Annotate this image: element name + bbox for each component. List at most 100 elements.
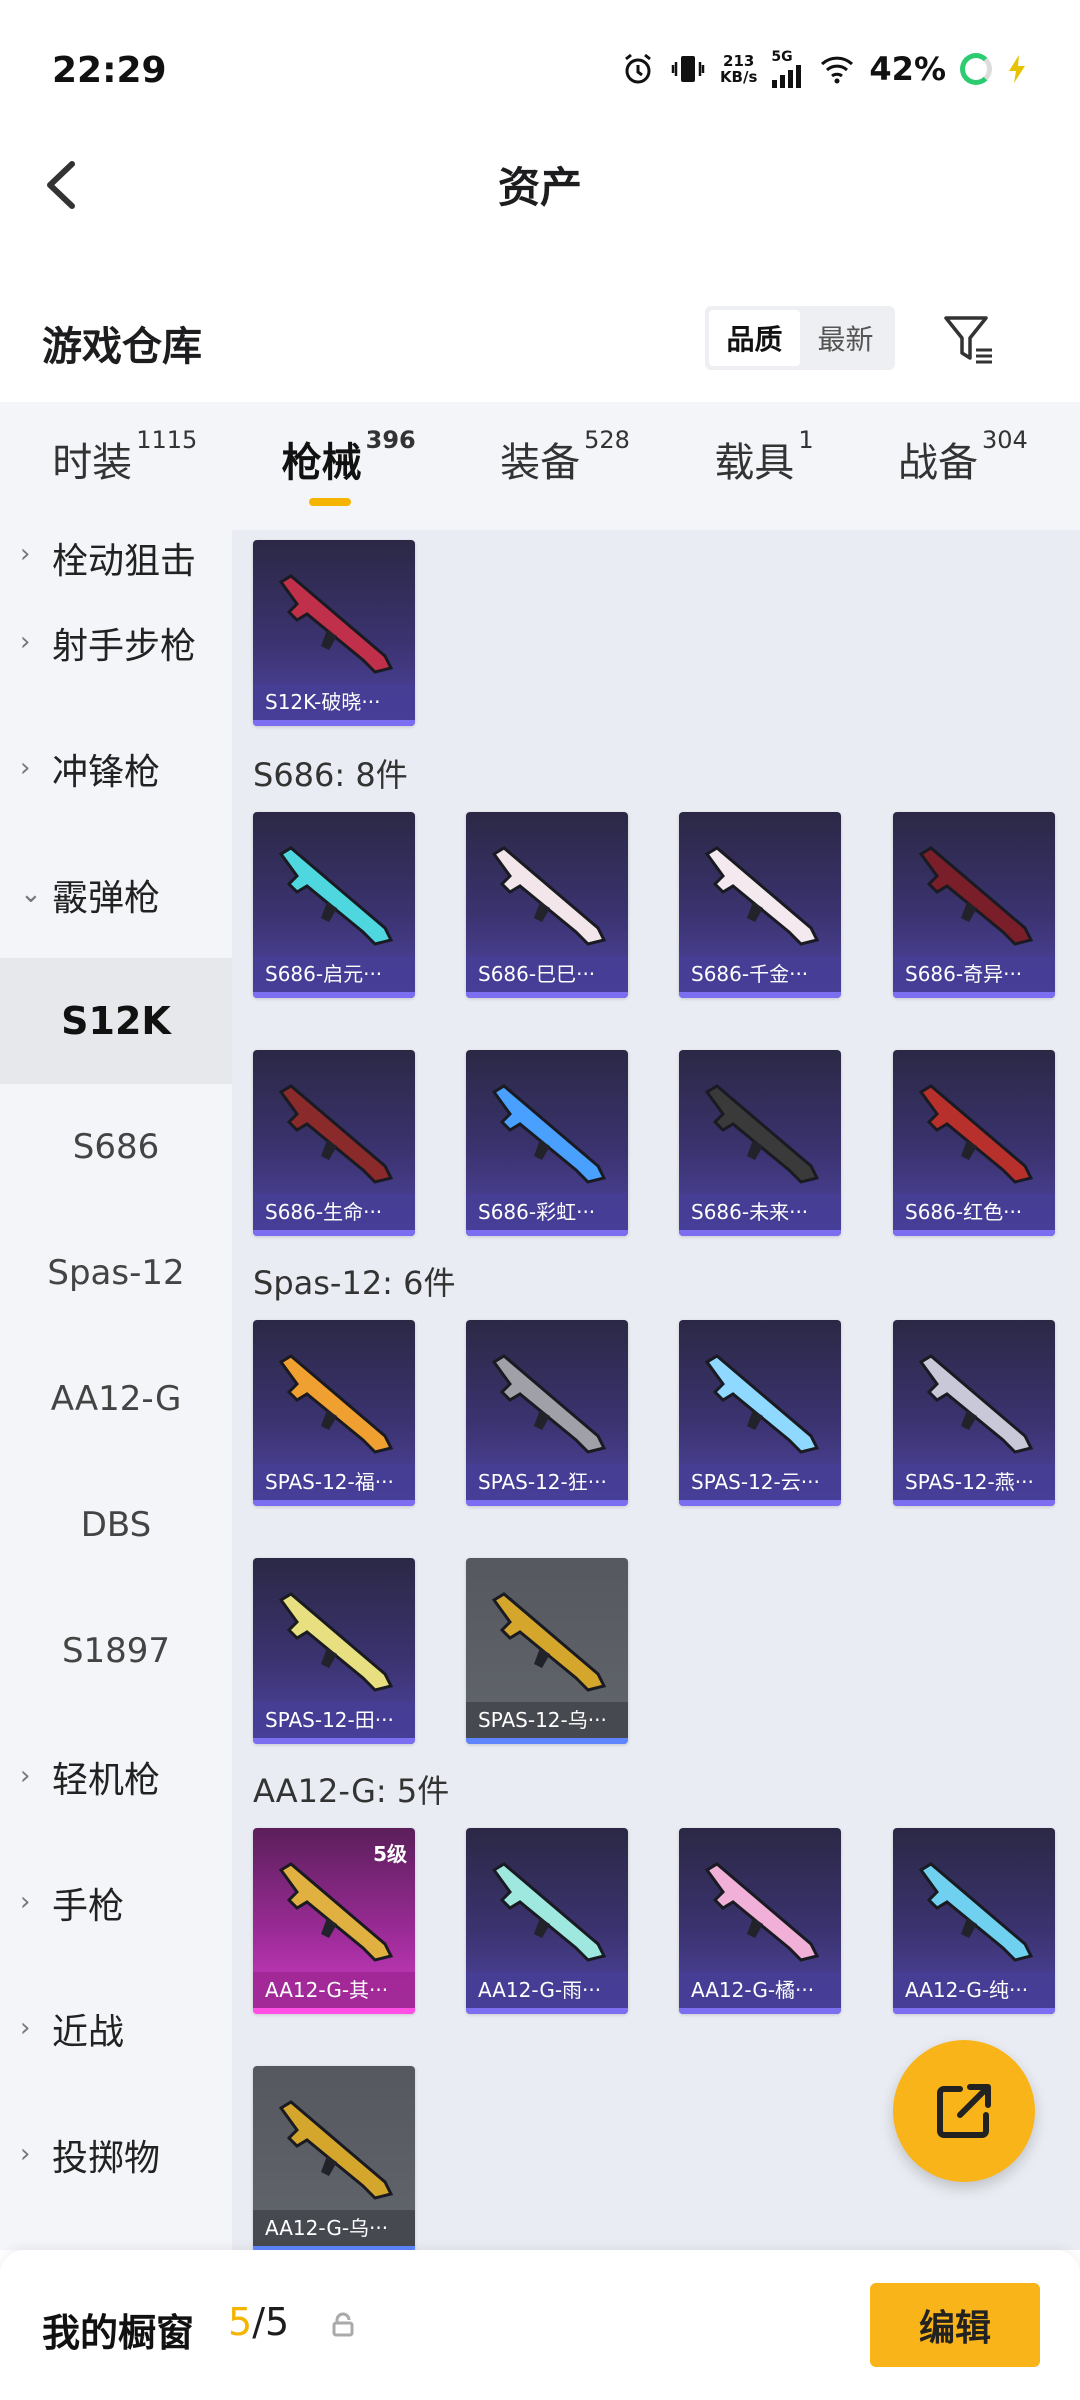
weapon-skin-card[interactable]: S686-奇异··· [893, 812, 1055, 998]
weapon-skin-grid: S12K-破晓··· S686: 8件 S686-启元··· S686-巳巳··· S6… [232, 530, 1080, 2250]
tab-vehicles[interactable]: 载具 1 [714, 426, 813, 502]
skin-name: SPAS-12-燕··· [893, 1464, 1055, 1500]
alarm-icon [625, 53, 651, 84]
shotgun-skin-icon [918, 1354, 1034, 1454]
rarity-bar [253, 2008, 415, 2014]
status-icons: 213 KB/s 5G 42% [620, 50, 1028, 88]
shotgun-skin-icon [491, 1354, 607, 1454]
skin-name: S686-未来··· [679, 1194, 841, 1230]
battery-level: 42% [869, 50, 946, 88]
skin-name: S686-彩虹··· [466, 1194, 628, 1230]
shotgun-skin-icon [491, 1592, 607, 1692]
group-title: S686: 8件 [253, 756, 408, 794]
net-speed: 213 KB/s [719, 52, 758, 86]
signal-bars-icon [772, 65, 802, 88]
sidebar-item-shotgun[interactable]: ⌄ 霰弹枪 [0, 832, 232, 958]
rarity-bar [893, 992, 1055, 998]
weapon-skin-card[interactable]: AA12-G-橘··· [679, 1828, 841, 2014]
shotgun-skin-icon [278, 846, 394, 946]
weapon-skin-card[interactable]: SPAS-12-狂··· [466, 1320, 628, 1506]
weapon-skin-card[interactable]: S686-生命··· [253, 1050, 415, 1236]
tab-supplies[interactable]: 战备 304 [898, 426, 1028, 502]
sidebar-item-aa12g[interactable]: AA12-G [0, 1336, 232, 1462]
chevron-right-icon: › [20, 1887, 31, 1917]
skin-name: S686-红色··· [893, 1194, 1055, 1230]
share-button[interactable] [893, 2040, 1035, 2182]
charging-icon [1009, 55, 1025, 83]
skin-name: S12K-破晓··· [253, 684, 415, 720]
weapon-skin-card[interactable]: S686-红色··· [893, 1050, 1055, 1236]
sidebar-item-throwable[interactable]: › 投掷物 [0, 2092, 232, 2218]
chevron-right-icon: › [20, 539, 31, 569]
sidebar-item-dbs[interactable]: DBS [0, 1462, 232, 1588]
skin-name: SPAS-12-云··· [679, 1464, 841, 1500]
weapon-skin-card[interactable]: 5级 AA12-G-其··· [253, 1828, 415, 2014]
tab-firearms[interactable]: 枪械 396 [282, 426, 416, 506]
weapon-skin-card[interactable]: S686-巳巳··· [466, 812, 628, 998]
weapon-skin-card[interactable]: SPAS-12-燕··· [893, 1320, 1055, 1506]
battery-icon [960, 53, 992, 85]
weapon-skin-card[interactable]: S686-彩虹··· [466, 1050, 628, 1236]
skin-name: SPAS-12-福··· [253, 1464, 415, 1500]
rarity-bar [253, 720, 415, 726]
group-title: Spas-12: 6件 [253, 1264, 456, 1302]
lock-icon [332, 2312, 354, 2337]
sidebar-item-lmg[interactable]: › 轻机枪 [0, 1714, 232, 1840]
tab-equipment[interactable]: 装备 528 [500, 426, 630, 502]
sidebar-item-s12k[interactable]: S12K [0, 958, 232, 1084]
sidebar-item-s1897[interactable]: S1897 [0, 1588, 232, 1714]
filter-icon[interactable] [940, 310, 1000, 370]
weapon-skin-card[interactable]: AA12-G-纯··· [893, 1828, 1055, 2014]
rarity-bar [679, 2008, 841, 2014]
rarity-bar [253, 1230, 415, 1236]
weapon-skin-card[interactable]: SPAS-12-云··· [679, 1320, 841, 1506]
rarity-bar [679, 1230, 841, 1236]
weapon-skin-card[interactable]: SPAS-12-乌··· [466, 1558, 628, 1744]
shotgun-skin-icon [704, 1354, 820, 1454]
rarity-bar [893, 1500, 1055, 1506]
weapon-skin-card[interactable]: AA12-G-乌··· [253, 2066, 415, 2250]
edit-button[interactable]: 编辑 [870, 2283, 1040, 2367]
chevron-right-icon: › [20, 753, 31, 783]
sort-quality-button[interactable]: 品质 [709, 310, 800, 366]
external-link-icon [937, 2084, 991, 2138]
sidebar-item-s686[interactable]: S686 [0, 1084, 232, 1210]
rarity-bar [466, 992, 628, 998]
vibrate-icon [671, 56, 705, 82]
weapon-category-sidebar: › 栓动狙击 › 射手步枪 › 冲锋枪 ⌄ 霰弹枪 S12K S686 Spas-12 … [0, 530, 232, 2250]
category-tabs: 时装 1115 枪械 396 装备 528 载具 1 战备 304 [0, 402, 1080, 530]
status-bar: 22:29 213 KB/s 5G 42% [0, 0, 1080, 140]
section-title: 游戏仓库 [42, 324, 202, 370]
weapon-skin-card[interactable]: S12K-破晓··· [253, 540, 415, 726]
sidebar-item-melee[interactable]: › 近战 [0, 1966, 232, 2092]
weapon-skin-card[interactable]: S686-千金··· [679, 812, 841, 998]
shotgun-skin-icon [491, 1084, 607, 1184]
sidebar-item-spas12[interactable]: Spas-12 [0, 1210, 232, 1336]
rarity-bar [679, 992, 841, 998]
app-header: 资产 [0, 140, 1080, 230]
weapon-skin-card[interactable]: AA12-G-雨··· [466, 1828, 628, 2014]
sort-newest-button[interactable]: 最新 [800, 310, 891, 366]
sidebar-item-bolt-sniper[interactable]: › 栓动狙击 [0, 530, 232, 582]
shotgun-skin-icon [278, 1354, 394, 1454]
sidebar-item-smg[interactable]: › 冲锋枪 [0, 706, 232, 832]
weapon-skin-card[interactable]: S686-启元··· [253, 812, 415, 998]
rarity-bar [466, 2008, 628, 2014]
skin-name: SPAS-12-乌··· [466, 1702, 628, 1738]
skin-name: S686-奇异··· [893, 956, 1055, 992]
sidebar-item-dmr[interactable]: › 射手步枪 [0, 580, 232, 706]
tab-fashion[interactable]: 时装 1115 [52, 426, 197, 502]
weapon-skin-card[interactable]: SPAS-12-田··· [253, 1558, 415, 1744]
skin-name: S686-巳巳··· [466, 956, 628, 992]
weapon-skin-card[interactable]: S686-未来··· [679, 1050, 841, 1236]
warehouse-header: 游戏仓库 品质 最新 [0, 290, 1080, 390]
rarity-bar [679, 1500, 841, 1506]
weapon-skin-card[interactable]: SPAS-12-福··· [253, 1320, 415, 1506]
rarity-bar [253, 1738, 415, 1744]
rarity-bar [466, 1230, 628, 1236]
group-title: AA12-G: 5件 [253, 1772, 450, 1810]
status-time: 22:29 [52, 50, 167, 91]
sidebar-item-pistol[interactable]: › 手枪 [0, 1840, 232, 1966]
shotgun-skin-icon [704, 846, 820, 946]
skin-level-badge: 5级 [373, 1842, 407, 1866]
